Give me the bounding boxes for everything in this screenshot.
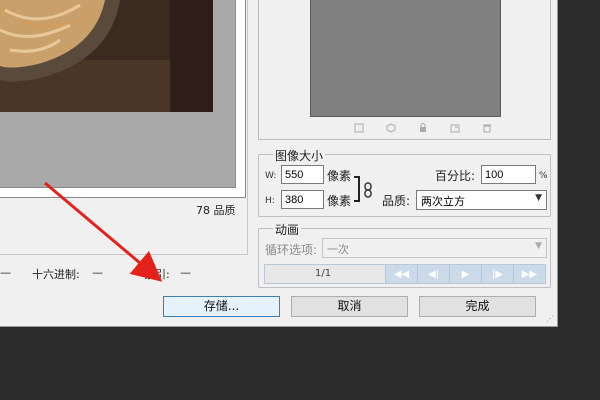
hex-value: — <box>92 266 103 279</box>
color-table-panel <box>258 0 551 140</box>
index-value: — <box>180 266 191 279</box>
status-bar: — 十六进制: — 索引: — <box>0 266 248 286</box>
loop-options-label: 循环选项: <box>265 243 318 257</box>
right-panel: 图像大小 W: 像素 H: 像素 百分比: % 品质: 两次立方 ▼ 动画 循环… <box>258 0 552 290</box>
play-icon[interactable]: ▶ <box>449 265 481 283</box>
save-button[interactable]: 存储... <box>163 296 280 317</box>
animation-title: 动画 <box>273 221 302 238</box>
height-input[interactable] <box>281 190 324 209</box>
quality-label: 品质: <box>382 194 411 208</box>
color-table-toolbar <box>352 122 512 134</box>
color-table[interactable] <box>310 0 501 117</box>
hex-label: 十六进制: <box>32 268 80 281</box>
loop-options-value: 一次 <box>327 243 349 256</box>
height-label: H: <box>265 196 275 206</box>
height-unit: 像素 <box>327 194 352 208</box>
quality-select[interactable]: 两次立方 ▼ <box>416 190 547 210</box>
percent-unit: % <box>539 171 548 181</box>
percent-label: 百分比: <box>435 169 476 183</box>
image-size-title: 图像大小 <box>273 147 326 164</box>
first-frame-icon[interactable]: ◀◀ <box>385 265 417 283</box>
resize-grip-icon[interactable]: ⋰ <box>546 315 554 323</box>
quality-select-value: 两次立方 <box>421 195 465 208</box>
index-label: 索引: <box>144 268 170 281</box>
width-input[interactable] <box>281 165 324 184</box>
frame-controls: ◀◀ ◀| ▶ |▶ ▶▶ <box>385 265 545 283</box>
image-size-group: 图像大小 W: 像素 H: 像素 百分比: % 品质: 两次立方 ▼ <box>258 147 551 217</box>
preview-image[interactable] <box>0 0 213 112</box>
done-button[interactable]: 完成 <box>419 296 536 317</box>
trash-icon[interactable] <box>480 122 494 134</box>
status-dash: — <box>0 266 11 279</box>
percent-input[interactable] <box>481 165 536 184</box>
lock-color-icon[interactable] <box>416 122 430 134</box>
cancel-button[interactable]: 取消 <box>291 296 408 317</box>
preview-panel: 78 品质 <box>0 0 248 255</box>
chevron-down-icon: ▼ <box>535 193 542 203</box>
last-frame-icon[interactable]: ▶▶ <box>513 265 545 283</box>
next-frame-icon[interactable]: |▶ <box>481 265 513 283</box>
previous-frame-icon[interactable]: ◀| <box>417 265 449 283</box>
width-unit: 像素 <box>327 169 352 183</box>
map-transparent-icon[interactable] <box>352 122 366 134</box>
link-icon[interactable] <box>364 182 372 198</box>
preview-quality-label: 78 品质 <box>196 204 236 217</box>
chevron-down-icon: ▼ <box>535 241 542 251</box>
save-for-web-dialog: 78 品质 — 十六进制: — 索引: — 图像大小 W: 550 像素 H: … <box>0 0 558 327</box>
web-shift-icon[interactable] <box>384 122 398 134</box>
loop-options-select[interactable]: 一次 ▼ <box>322 238 547 258</box>
constrain-bracket <box>354 176 360 202</box>
preview-canvas <box>0 0 236 188</box>
width-label: W: <box>265 171 277 181</box>
preview-frame: 78 品质 <box>0 0 246 217</box>
frame-navigator: 1/1 ◀◀ ◀| ▶ |▶ ▶▶ <box>264 264 546 284</box>
new-color-icon[interactable] <box>448 122 462 134</box>
frame-count: 1/1 <box>315 268 332 279</box>
